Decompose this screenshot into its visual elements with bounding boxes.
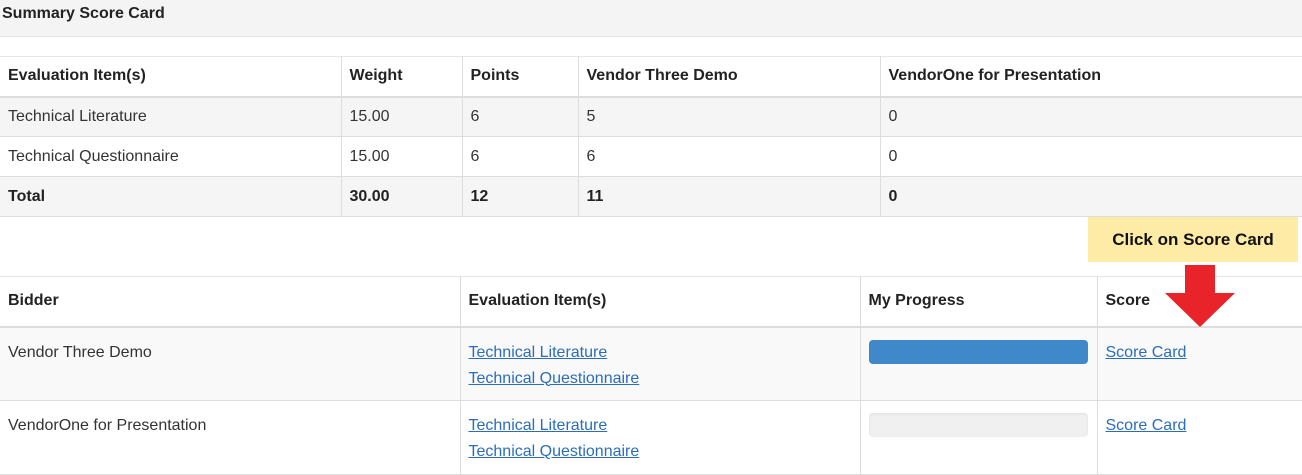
- score-cell: Score Card: [1096, 400, 1302, 475]
- bidder-name: VendorOne for Presentation: [0, 400, 461, 475]
- score-cell: Score Card: [1096, 326, 1302, 401]
- summary-table: Evaluation Item(s) Weight Points Vendor …: [0, 56, 1302, 217]
- instruction-callout: Click on Score Card: [1088, 217, 1298, 262]
- total-points: 12: [461, 176, 579, 217]
- technical-literature-link[interactable]: Technical Literature: [469, 413, 852, 439]
- red-arrow-icon: [1165, 265, 1235, 327]
- score-card-link[interactable]: Score Card: [1106, 413, 1295, 439]
- table-row: VendorOne for Presentation Technical Lit…: [0, 400, 1302, 475]
- col-header-vendorone: VendorOne for Presentation: [879, 56, 1302, 98]
- bidders-table: Bidder Evaluation Item(s) My Progress Sc…: [0, 276, 1302, 475]
- col-header-weight: Weight: [340, 56, 463, 98]
- callout-text: Click on Score Card: [1112, 229, 1274, 249]
- progress-fill: [868, 339, 1088, 364]
- col-header-my-progress: My Progress: [859, 276, 1098, 328]
- total-vendor-three: 11: [577, 176, 881, 217]
- progress-cell: [859, 326, 1098, 401]
- table-row: Vendor Three Demo Technical Literature T…: [0, 326, 1302, 401]
- cell-item: Technical Questionnaire: [0, 136, 342, 177]
- technical-questionnaire-link[interactable]: Technical Questionnaire: [469, 366, 852, 392]
- bidder-name: Vendor Three Demo: [0, 326, 461, 401]
- evaluation-items-cell: Technical Literature Technical Questionn…: [459, 326, 861, 401]
- total-vendorone: 0: [879, 176, 1302, 217]
- cell-vendor-three: 6: [577, 136, 881, 177]
- page-title: Summary Score Card: [2, 5, 165, 22]
- progress-bar: [868, 339, 1088, 364]
- col-header-points: Points: [461, 56, 579, 98]
- col-header-bidder: Bidder: [0, 276, 461, 328]
- cell-vendorone: 0: [879, 96, 1302, 137]
- cell-points: 6: [461, 96, 579, 137]
- progress-cell: [859, 400, 1098, 475]
- total-weight: 30.00: [340, 176, 463, 217]
- cell-item: Technical Literature: [0, 96, 342, 137]
- progress-bar: [868, 413, 1088, 437]
- technical-questionnaire-link[interactable]: Technical Questionnaire: [469, 439, 852, 465]
- cell-vendor-three: 5: [577, 96, 881, 137]
- col-header-evaluation-items: Evaluation Item(s): [0, 56, 342, 98]
- cell-points: 6: [461, 136, 579, 177]
- bidders-header-row: Bidder Evaluation Item(s) My Progress Sc…: [0, 276, 1302, 328]
- table-row: Technical Literature 15.00 6 5 0: [0, 96, 1302, 137]
- evaluation-items-cell: Technical Literature Technical Questionn…: [459, 400, 861, 475]
- table-row: Technical Questionnaire 15.00 6 6 0: [0, 136, 1302, 177]
- cell-weight: 15.00: [340, 136, 463, 177]
- col-header-vendor-three-demo: Vendor Three Demo: [577, 56, 881, 98]
- cell-vendorone: 0: [879, 136, 1302, 177]
- total-label: Total: [0, 176, 342, 217]
- total-row: Total 30.00 12 11 0: [0, 176, 1302, 217]
- summary-title-bar: Summary Score Card: [0, 0, 1302, 37]
- col-header-evaluation-items: Evaluation Item(s): [459, 276, 861, 328]
- technical-literature-link[interactable]: Technical Literature: [469, 340, 852, 366]
- cell-weight: 15.00: [340, 96, 463, 137]
- score-card-link[interactable]: Score Card: [1106, 340, 1295, 366]
- summary-header-row: Evaluation Item(s) Weight Points Vendor …: [0, 56, 1302, 98]
